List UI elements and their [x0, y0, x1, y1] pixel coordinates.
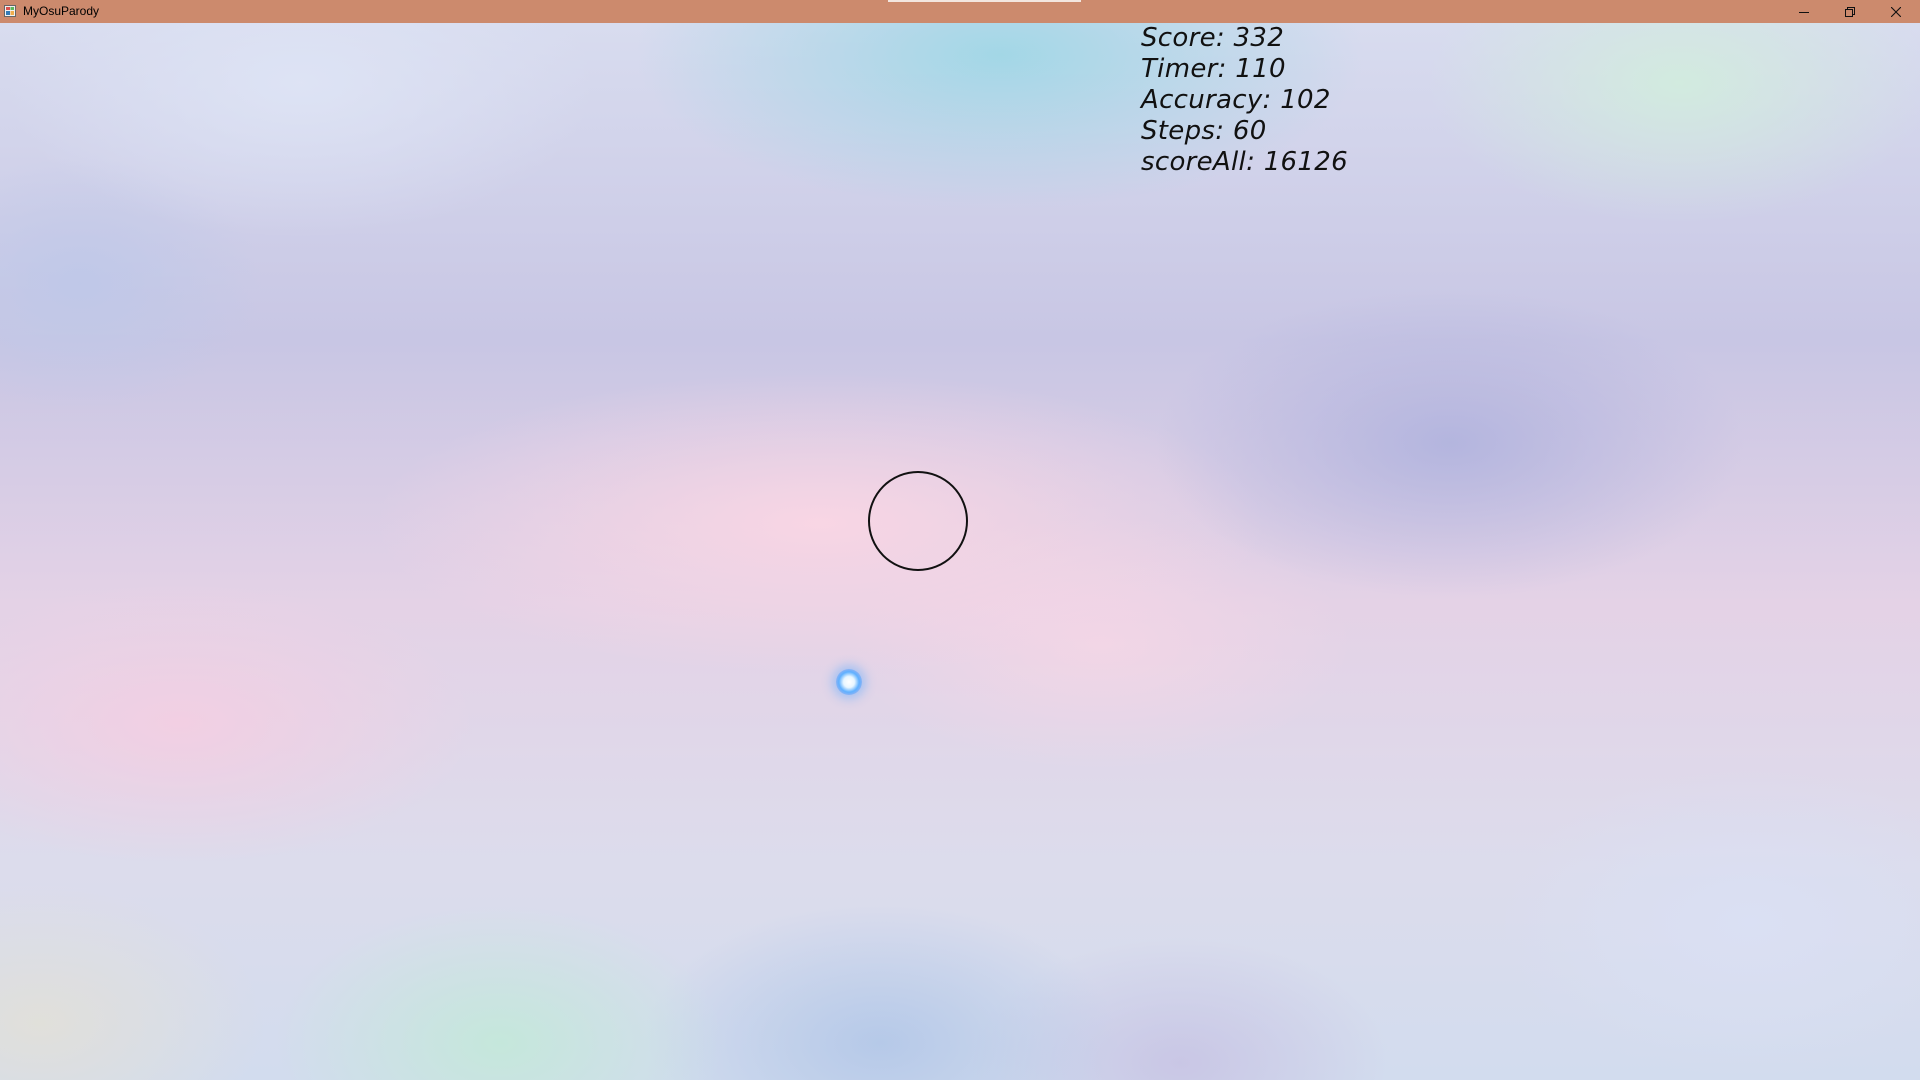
- timer-label: Timer:: [1141, 54, 1227, 84]
- steps-label: Steps:: [1141, 116, 1225, 146]
- minimize-icon: [1799, 11, 1809, 13]
- hit-circle-target[interactable]: [868, 471, 968, 571]
- cursor-glow-icon: [836, 669, 862, 695]
- stats-panel: Score: 332 Timer: 110 Accuracy: 102 Step…: [1141, 23, 1348, 178]
- score-value: 332: [1233, 23, 1285, 53]
- steps-value: 60: [1232, 116, 1267, 146]
- close-icon: [1891, 6, 1901, 17]
- timer-stat: Timer: 110: [1141, 54, 1348, 85]
- timer-value: 110: [1235, 54, 1286, 84]
- scoreall-stat: scoreAll: 16126: [1141, 147, 1348, 178]
- accuracy-value: 102: [1280, 85, 1331, 115]
- game-canvas[interactable]: Score: 332 Timer: 110 Accuracy: 102 Step…: [0, 23, 1920, 1080]
- game-background: [0, 23, 1920, 1080]
- close-button[interactable]: [1873, 0, 1919, 23]
- restore-button[interactable]: [1827, 0, 1873, 23]
- minimize-button[interactable]: [1781, 0, 1827, 23]
- window-title: MyOsuParody: [23, 4, 100, 18]
- scoreall-value: 16126: [1263, 147, 1348, 177]
- title-bar-highlight: [888, 0, 1081, 2]
- score-label: Score:: [1141, 23, 1225, 53]
- restore-icon: [1845, 6, 1855, 17]
- app-window-icon: [4, 5, 16, 17]
- accuracy-stat: Accuracy: 102: [1141, 85, 1348, 116]
- accuracy-label: Accuracy:: [1141, 85, 1272, 115]
- steps-stat: Steps: 60: [1141, 116, 1348, 147]
- score-stat: Score: 332: [1141, 23, 1348, 54]
- app-window: MyOsuParody Score: 332 Timer: 110 Accura…: [0, 0, 1920, 1080]
- title-bar[interactable]: MyOsuParody: [0, 0, 1920, 23]
- scoreall-label: scoreAll:: [1141, 147, 1256, 177]
